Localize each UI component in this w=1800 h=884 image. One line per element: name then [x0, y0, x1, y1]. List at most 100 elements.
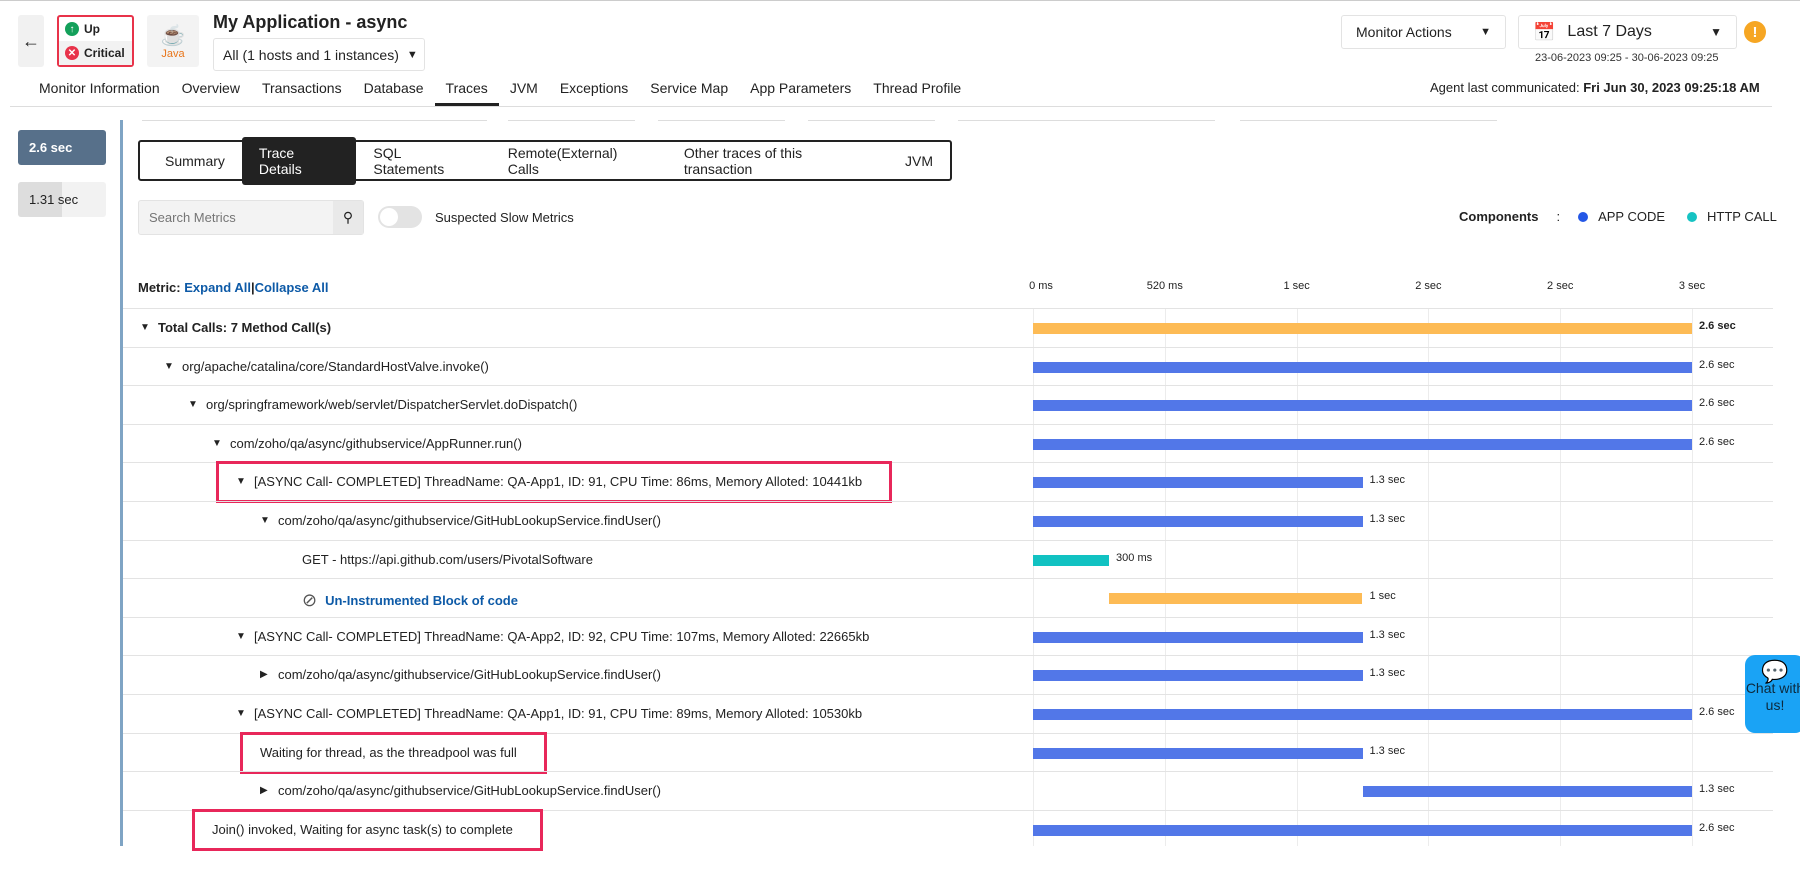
caret-down-icon[interactable]: ▼: [140, 322, 150, 333]
warning-icon[interactable]: !: [1744, 21, 1766, 43]
nav-divider: [10, 106, 1772, 107]
row-text: [ASYNC Call- COMPLETED] ThreadName: QA-A…: [254, 628, 870, 644]
arrow-up-icon: ↑: [65, 22, 79, 36]
duration-bar[interactable]: [1109, 593, 1363, 605]
trace-item-selected[interactable]: 2.6 sec: [18, 130, 106, 165]
caret-down-icon[interactable]: ▼: [236, 476, 246, 487]
duration-bar[interactable]: [1033, 438, 1692, 450]
caret-down-icon[interactable]: ▼: [260, 515, 270, 526]
suspected-slow-toggle[interactable]: [378, 206, 422, 228]
duration-bar[interactable]: [1033, 554, 1110, 566]
duration-bar[interactable]: [1033, 747, 1363, 759]
search-icon[interactable]: ⚲: [333, 201, 363, 234]
row-text: com/zoho/qa/async/githubservice/GitHubLo…: [278, 783, 661, 799]
duration-value: 1.3 sec: [1369, 667, 1405, 680]
table-row[interactable]: ▼ org/springframework/web/servlet/Dispatc…: [123, 385, 1773, 424]
nav-tab-traces[interactable]: Traces: [434, 78, 500, 106]
legend-app-code: APP CODE: [1598, 209, 1666, 224]
search-metrics[interactable]: ⚲: [138, 200, 364, 235]
duration-bar[interactable]: [1033, 400, 1692, 412]
agent-label: Agent last communicated:: [1430, 80, 1584, 95]
subtab-sql-statements[interactable]: SQL Statements: [356, 137, 490, 185]
caret-down-icon[interactable]: ▼: [236, 708, 246, 719]
table-row[interactable]: ▼ [ASYNC Call- COMPLETED] ThreadName: QA-…: [123, 462, 1773, 501]
axis-tick-label: 2 sec: [1415, 280, 1442, 292]
collapse-all-link[interactable]: Collapse All: [255, 280, 329, 295]
subtab-trace-details[interactable]: Trace Details: [241, 136, 357, 185]
duration-value: 1 sec: [1369, 590, 1396, 603]
caret-down-icon: ▼: [1480, 26, 1491, 38]
duration-value: 2.6 sec: [1699, 358, 1735, 371]
duration-bar[interactable]: [1033, 631, 1363, 643]
caret-down-icon[interactable]: ▼: [188, 399, 198, 410]
row-text[interactable]: Un-Instrumented Block of code: [325, 593, 518, 608]
expand-all-link[interactable]: Expand All: [184, 280, 251, 295]
divider: [658, 120, 785, 121]
host-select-value: All (1 hosts and 1 instances): [223, 46, 399, 63]
http-call-dot-icon: [1687, 211, 1698, 222]
duration-bar[interactable]: [1033, 709, 1692, 720]
duration-value: 2.6 sec: [1699, 821, 1735, 834]
nav-tab-jvm[interactable]: JVM: [499, 78, 549, 106]
duration-value: 1.3 sec: [1369, 474, 1405, 487]
status-badge[interactable]: ↑ Up ✕ Critical: [57, 15, 134, 67]
java-cup-icon: ☕: [160, 24, 186, 47]
table-row[interactable]: ⊘ Un-Instrumented Block of code 1 sec: [123, 578, 1773, 617]
search-input[interactable]: [139, 201, 333, 234]
duration-bar[interactable]: [1033, 670, 1363, 682]
duration-value: 2.6 sec: [1699, 397, 1735, 410]
subtab-jvm[interactable]: JVM: [888, 145, 950, 177]
nav-tab-monitor-information[interactable]: Monitor Information: [28, 78, 171, 106]
table-row[interactable]: ▼ com/zoho/qa/async/githubservice/AppRunn…: [123, 423, 1773, 463]
row-text: Waiting for thread, as the threadpool wa…: [260, 744, 517, 760]
nav-tab-database[interactable]: Database: [353, 78, 435, 106]
duration-bar[interactable]: [1033, 361, 1692, 373]
table-row[interactable]: ▶ com/zoho/qa/async/githubservice/GitHubL…: [123, 771, 1773, 810]
nav-tab-overview[interactable]: Overview: [171, 78, 251, 106]
duration-bar[interactable]: [1033, 516, 1363, 527]
metric-controls: Metric: Expand All|Collapse All: [138, 280, 329, 295]
caret-down-icon[interactable]: ▼: [212, 438, 222, 449]
page-title: My Application - async: [213, 12, 408, 32]
divider: [958, 120, 1215, 121]
subtab-remote-external-calls[interactable]: Remote(External) Calls: [491, 137, 667, 185]
row-text: com/zoho/qa/async/githubservice/GitHubLo…: [278, 513, 661, 528]
duration-bar[interactable]: [1033, 323, 1692, 334]
duration-bar[interactable]: [1033, 824, 1692, 836]
subtab-summary[interactable]: Summary: [148, 145, 242, 177]
caret-down-icon[interactable]: ▼: [164, 361, 174, 372]
table-row[interactable]: Waiting for thread, as the threadpool wa…: [123, 732, 1773, 772]
table-row[interactable]: GET - https://api.github.com/users/Pivot…: [123, 539, 1773, 579]
arrow-left-icon: ←: [22, 30, 40, 51]
duration-bar[interactable]: [1033, 477, 1363, 489]
back-button[interactable]: ←: [18, 15, 44, 67]
nav-tab-thread-profile[interactable]: Thread Profile: [862, 78, 972, 106]
nav-tab-app-parameters[interactable]: App Parameters: [739, 78, 862, 106]
divider: [142, 120, 487, 121]
row-text: Total Calls: 7 Method Call(s): [158, 320, 332, 335]
row-text: com/zoho/qa/async/githubservice/GitHubLo…: [278, 667, 661, 683]
row-text: GET - https://api.github.com/users/Pivot…: [302, 551, 593, 567]
caret-right-icon[interactable]: ▶: [260, 669, 270, 680]
subtab-other-traces-of-this-transaction[interactable]: Other traces of this transaction: [667, 137, 888, 185]
nav-tab-transactions[interactable]: Transactions: [251, 78, 353, 106]
app-code-dot-icon: [1578, 211, 1589, 222]
caret-down-icon[interactable]: ▼: [236, 631, 246, 642]
table-row[interactable]: ▼ org/apache/catalina/core/StandardHostVa…: [123, 346, 1773, 386]
table-row[interactable]: ▼ [ASYNC Call- COMPLETED] ThreadName: QA-…: [123, 616, 1773, 656]
trace-item[interactable]: 1.31 sec: [18, 182, 106, 217]
monitor-actions-dropdown[interactable]: Monitor Actions ▼: [1341, 15, 1506, 49]
table-row[interactable]: ▼ [ASYNC Call- COMPLETED] ThreadName: QA-…: [123, 694, 1773, 733]
nav-tab-exceptions[interactable]: Exceptions: [549, 78, 639, 106]
table-row[interactable]: ▶ com/zoho/qa/async/githubservice/GitHubL…: [123, 655, 1773, 694]
caret-right-icon[interactable]: ▶: [260, 785, 270, 796]
table-row[interactable]: Join() invoked, Waiting for async task(s…: [123, 809, 1773, 849]
host-select[interactable]: All (1 hosts and 1 instances) ▼: [213, 38, 425, 71]
table-row[interactable]: ▼ com/zoho/qa/async/githubservice/GitHubL…: [123, 501, 1773, 540]
row-label: ▶ com/zoho/qa/async/githubservice/GitHubL…: [260, 667, 661, 682]
nav-tab-service-map[interactable]: Service Map: [639, 78, 739, 106]
table-row[interactable]: ▼ Total Calls: 7 Method Call(s) 2.6 sec: [123, 308, 1773, 347]
date-range-dropdown[interactable]: 📅 Last 7 Days ▼: [1518, 15, 1737, 49]
duration-bar[interactable]: [1362, 786, 1692, 798]
chat-button[interactable]: 💬 Chat with us!: [1745, 655, 1800, 733]
